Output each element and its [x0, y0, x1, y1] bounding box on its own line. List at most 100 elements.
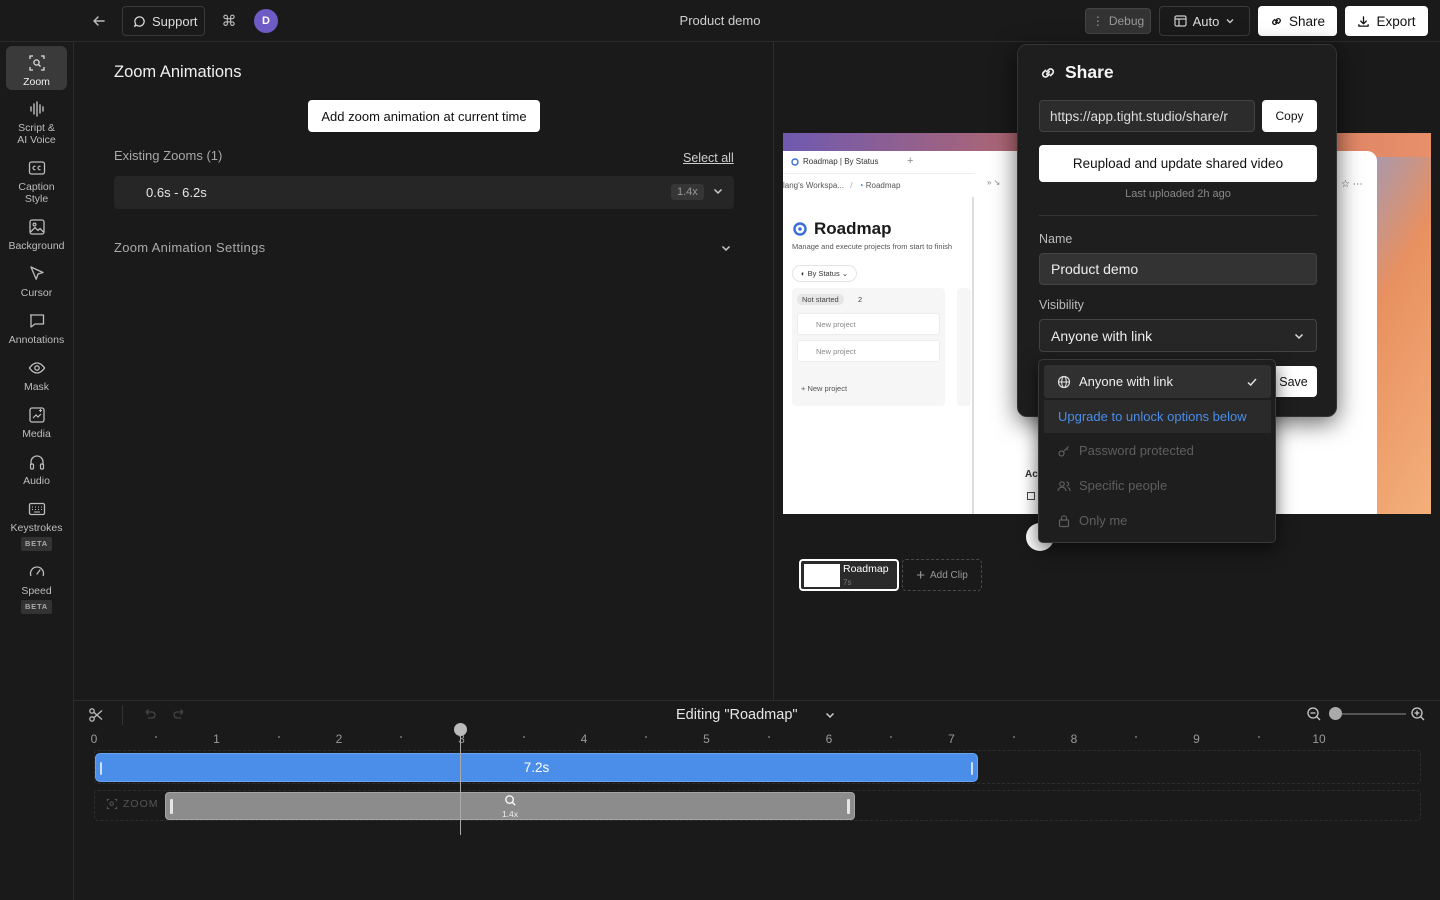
ruler-tick-label: 2	[335, 732, 343, 746]
command-icon[interactable]: ⌘	[218, 10, 240, 32]
sidebar-item-zoom[interactable]: Zoom	[6, 46, 67, 90]
preview-tab-label: Roadmap | By Status	[803, 157, 879, 166]
clip-duration: 7s	[843, 578, 852, 587]
export-label: Export	[1376, 13, 1416, 29]
visibility-select[interactable]: Anyone with link	[1039, 319, 1317, 352]
ruler-minor-tick	[155, 736, 158, 738]
zoom-out-icon[interactable]	[1306, 706, 1322, 722]
visibility-dropdown: Anyone with link Upgrade to unlock optio…	[1038, 359, 1276, 543]
sidebar-item-keystrokes[interactable]: Keystrokes BETA	[6, 499, 67, 551]
upgrade-link[interactable]: Upgrade to unlock options below	[1044, 400, 1271, 433]
zoom-settings-label[interactable]: Zoom Animation Settings	[114, 240, 265, 255]
select-all-link[interactable]: Select all	[683, 151, 734, 165]
lock-icon	[1057, 514, 1071, 528]
scissors-icon[interactable]	[88, 707, 104, 723]
ruler-tick-label: 7	[948, 732, 955, 746]
video-clip-segment[interactable]: 7.2s	[95, 753, 978, 782]
tool-sidebar: Zoom Script & AI Voice Caption Style Bac…	[0, 42, 74, 900]
sidebar-item-label: Zoom	[23, 76, 50, 88]
visibility-option-password: Password protected	[1044, 434, 1271, 467]
sidebar-item-script[interactable]: Script & AI Voice	[6, 99, 67, 146]
share-label: Share	[1288, 13, 1326, 29]
add-zoom-button[interactable]: Add zoom animation at current time	[308, 100, 540, 132]
sidebar-item-caption[interactable]: Caption Style	[6, 158, 67, 205]
share-url-input[interactable]	[1039, 100, 1255, 132]
share-button[interactable]: Share	[1258, 6, 1337, 36]
zoom-segment[interactable]: 1.4x	[165, 792, 855, 820]
sidebar-item-cursor[interactable]: Cursor	[6, 264, 67, 299]
reupload-button[interactable]: Reupload and update shared video	[1039, 145, 1317, 182]
name-label: Name	[1039, 232, 1073, 246]
people-icon	[1057, 479, 1071, 493]
debug-label: Debug	[1108, 14, 1145, 28]
waveform-icon	[27, 99, 47, 119]
media-icon	[27, 405, 47, 425]
playhead-handle[interactable]	[454, 723, 467, 736]
sidebar-item-label: Speed	[21, 585, 52, 597]
sidebar-item-media[interactable]: Media	[6, 405, 67, 440]
add-clip-button[interactable]: + Add Clip	[902, 559, 982, 591]
trim-handle-right[interactable]	[971, 762, 973, 775]
crumb-page: Roadmap	[865, 181, 901, 190]
zoom-in-icon[interactable]	[1410, 706, 1426, 722]
avatar[interactable]: D	[254, 9, 278, 33]
chat-bubble-icon	[27, 311, 47, 331]
link-icon	[1039, 64, 1057, 82]
list-item: New project	[797, 313, 940, 335]
ruler-minor-tick	[645, 736, 648, 738]
sidebar-item-label: Caption Style	[18, 181, 55, 205]
back-arrow-icon[interactable]	[88, 10, 110, 32]
chevron-down-icon[interactable]	[720, 242, 732, 254]
magnifier-icon	[504, 794, 517, 807]
zoom-track-label-text: ZOOM	[123, 798, 159, 810]
sidebar-item-label: Background	[8, 240, 65, 252]
support-label: Support	[152, 13, 198, 29]
export-button[interactable]: Export	[1345, 6, 1428, 36]
sidebar-item-speed[interactable]: Speed BETA	[6, 562, 67, 614]
undo-icon[interactable]	[142, 707, 156, 721]
layout-auto-select[interactable]: Auto	[1159, 6, 1250, 36]
checkbox	[1027, 492, 1035, 500]
zoom-icon	[106, 798, 118, 810]
sidebar-item-label: Media	[22, 428, 51, 440]
trim-handle-left[interactable]	[100, 762, 102, 775]
sidebar-item-annotations[interactable]: Annotations	[6, 311, 67, 346]
visibility-label: Visibility	[1039, 298, 1084, 312]
ruler-minor-tick	[1135, 736, 1138, 738]
support-button[interactable]: Support	[122, 6, 205, 36]
divider	[783, 173, 975, 174]
zoom-scale-badge: 1.4x	[671, 184, 704, 200]
zoom-list-item[interactable]: 0.6s - 6.2s 1.4x	[114, 176, 734, 209]
timeline-zoom-slider-handle[interactable]	[1329, 707, 1342, 720]
visibility-option-anyone[interactable]: Anyone with link	[1044, 365, 1271, 398]
redo-icon[interactable]	[173, 707, 187, 721]
existing-zooms-label: Existing Zooms (1)	[114, 148, 223, 163]
timeline-zoom-slider[interactable]	[1336, 713, 1406, 715]
option-label: Anyone with link	[1079, 374, 1173, 389]
copy-button[interactable]: Copy	[1262, 100, 1317, 132]
sidebar-item-background[interactable]: Background	[6, 217, 67, 252]
cursor-icon	[27, 264, 47, 284]
chevron-down-icon[interactable]	[712, 185, 724, 197]
ruler-minor-tick	[522, 736, 525, 738]
ruler-tick-label: 5	[703, 732, 710, 746]
ruler-minor-tick	[400, 736, 403, 738]
editing-clip-select[interactable]: Editing "Roadmap"	[676, 707, 836, 723]
last-uploaded-text: Last uploaded 2h ago	[1125, 188, 1231, 200]
option-label: Password protected	[1079, 443, 1194, 458]
sidebar-item-mask[interactable]: Mask	[6, 358, 67, 393]
ruler-minor-tick	[1257, 736, 1260, 738]
clip-thumbnail[interactable]: Roadmap 7s	[799, 559, 899, 591]
name-field[interactable]	[1039, 253, 1317, 285]
ruler-minor-tick	[277, 736, 280, 738]
clip-thumbnail-image	[804, 564, 840, 587]
ruler-tick-label: 4	[580, 732, 588, 746]
save-button[interactable]: Save	[1270, 366, 1317, 397]
debug-button[interactable]: ⋮ Debug	[1085, 8, 1151, 34]
status-badge: Not started	[797, 294, 844, 305]
trim-handle-right[interactable]	[847, 799, 850, 814]
sidebar-item-audio[interactable]: Audio	[6, 452, 67, 487]
sidebar-item-label: Audio	[23, 475, 50, 487]
playhead-line	[460, 735, 461, 835]
ruler-tick-label: 10	[1312, 732, 1326, 746]
